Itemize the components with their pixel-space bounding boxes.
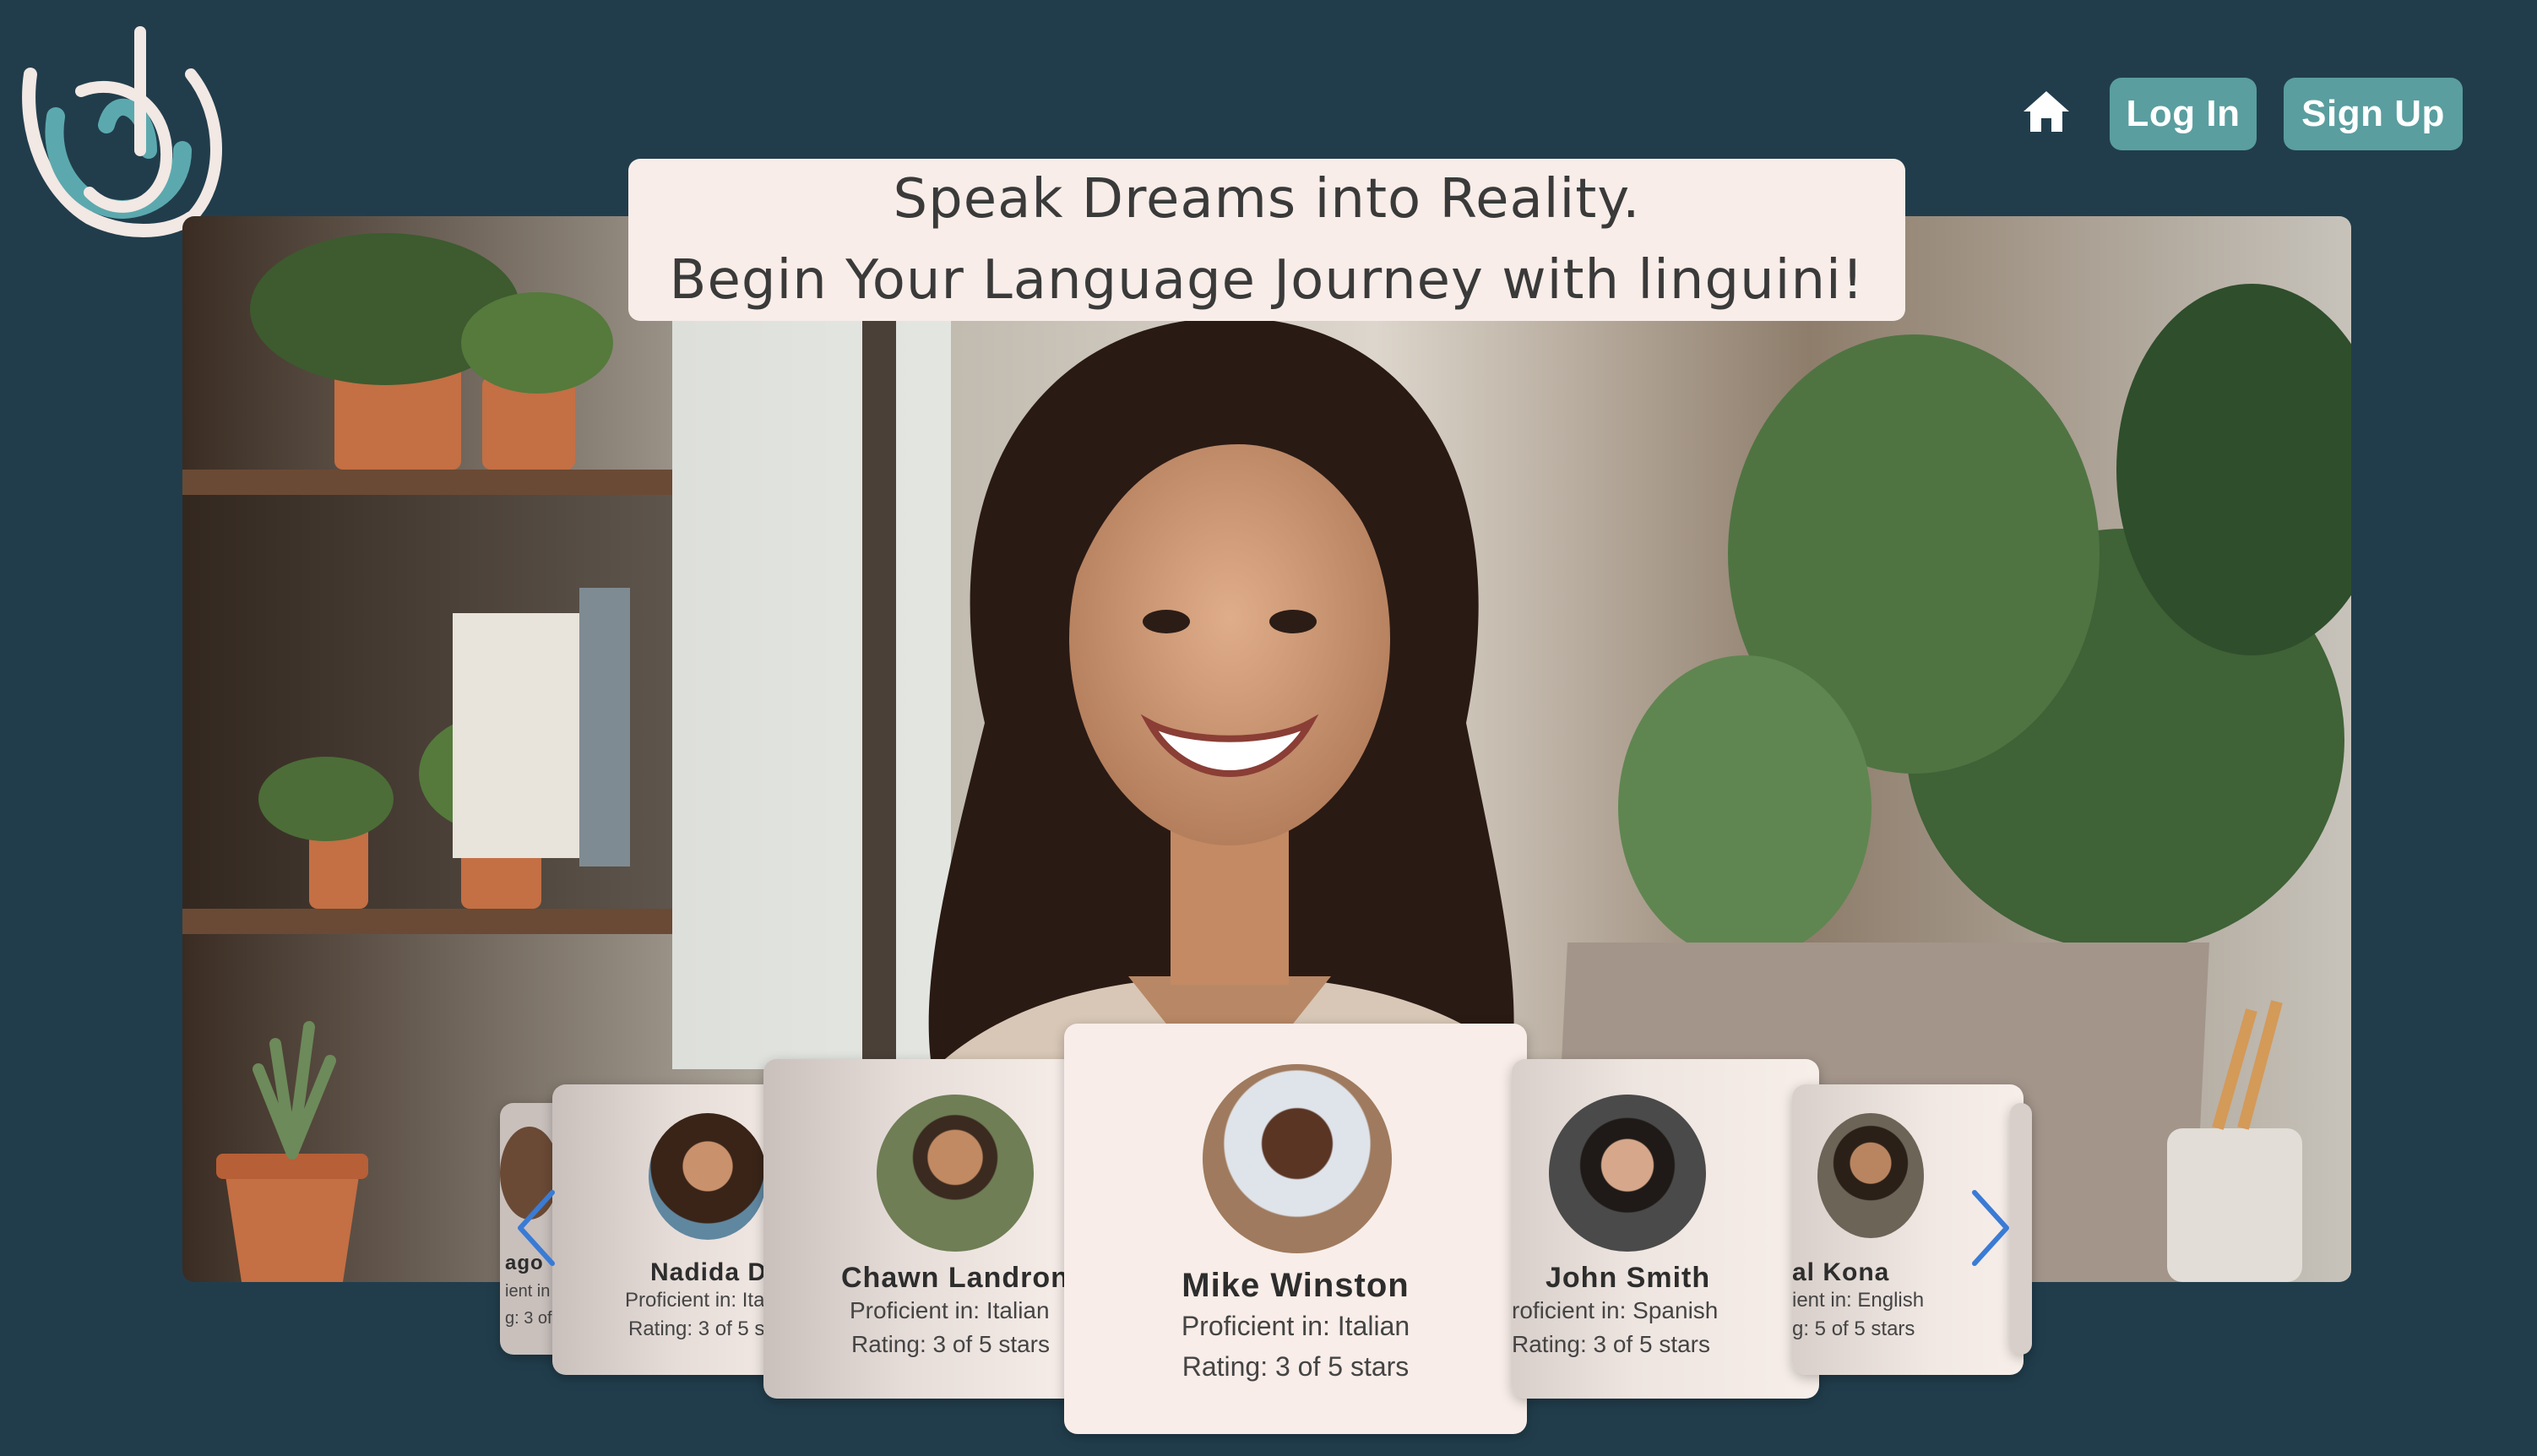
tutor-card[interactable]: Chawn Landron Proficient in: Italian Rat… <box>763 1059 1084 1399</box>
tutor-card-selected[interactable]: Mike Winston Proficient in: Italian Rati… <box>1064 1024 1527 1434</box>
headline-line-1: Speak Dreams into Reality. <box>893 168 1641 231</box>
avatar <box>1203 1064 1392 1253</box>
avatar <box>1549 1095 1706 1252</box>
tutor-proficiency: ient in: English <box>1792 1289 1925 1312</box>
avatar <box>1817 1113 1924 1238</box>
avatar <box>649 1113 767 1240</box>
chevron-right-icon[interactable] <box>1964 1186 2015 1270</box>
tutor-name: Mike Winston <box>1182 1267 1410 1304</box>
login-button[interactable]: Log In <box>2110 78 2257 150</box>
tutor-rating: Rating: 3 of 5 stars <box>1182 1351 1410 1382</box>
hero-tagline: Speak Dreams into Reality. Begin Your La… <box>628 159 1905 321</box>
headline-line-2: Begin Your Language Journey with linguin… <box>669 249 1865 312</box>
linguini-swirl-logo-icon <box>22 26 222 237</box>
chevron-left-icon[interactable] <box>512 1186 562 1270</box>
tutor-proficiency: Proficient in: Italian <box>1181 1311 1410 1341</box>
tutor-proficiency: roficient in: Spanish <box>1512 1297 1719 1323</box>
tutor-card[interactable]: John Smith roficient in: Spanish Rating:… <box>1512 1059 1819 1399</box>
tutor-rating: Rating: 3 of 5 stars <box>1512 1331 1711 1357</box>
signup-button[interactable]: Sign Up <box>2284 78 2463 150</box>
avatar <box>877 1095 1034 1252</box>
tutor-rating: g: 5 of 5 stars <box>1792 1317 1915 1340</box>
tutor-name: John Smith <box>1546 1262 1711 1294</box>
tutor-proficiency: Proficient in: Italian <box>850 1297 1050 1323</box>
home-icon[interactable] <box>2020 88 2073 135</box>
tutor-rating: Rating: 3 of 5 stars <box>851 1331 1051 1357</box>
linguini-logo[interactable] <box>22 24 233 243</box>
tutor-name: Chawn Landron <box>841 1262 1069 1294</box>
